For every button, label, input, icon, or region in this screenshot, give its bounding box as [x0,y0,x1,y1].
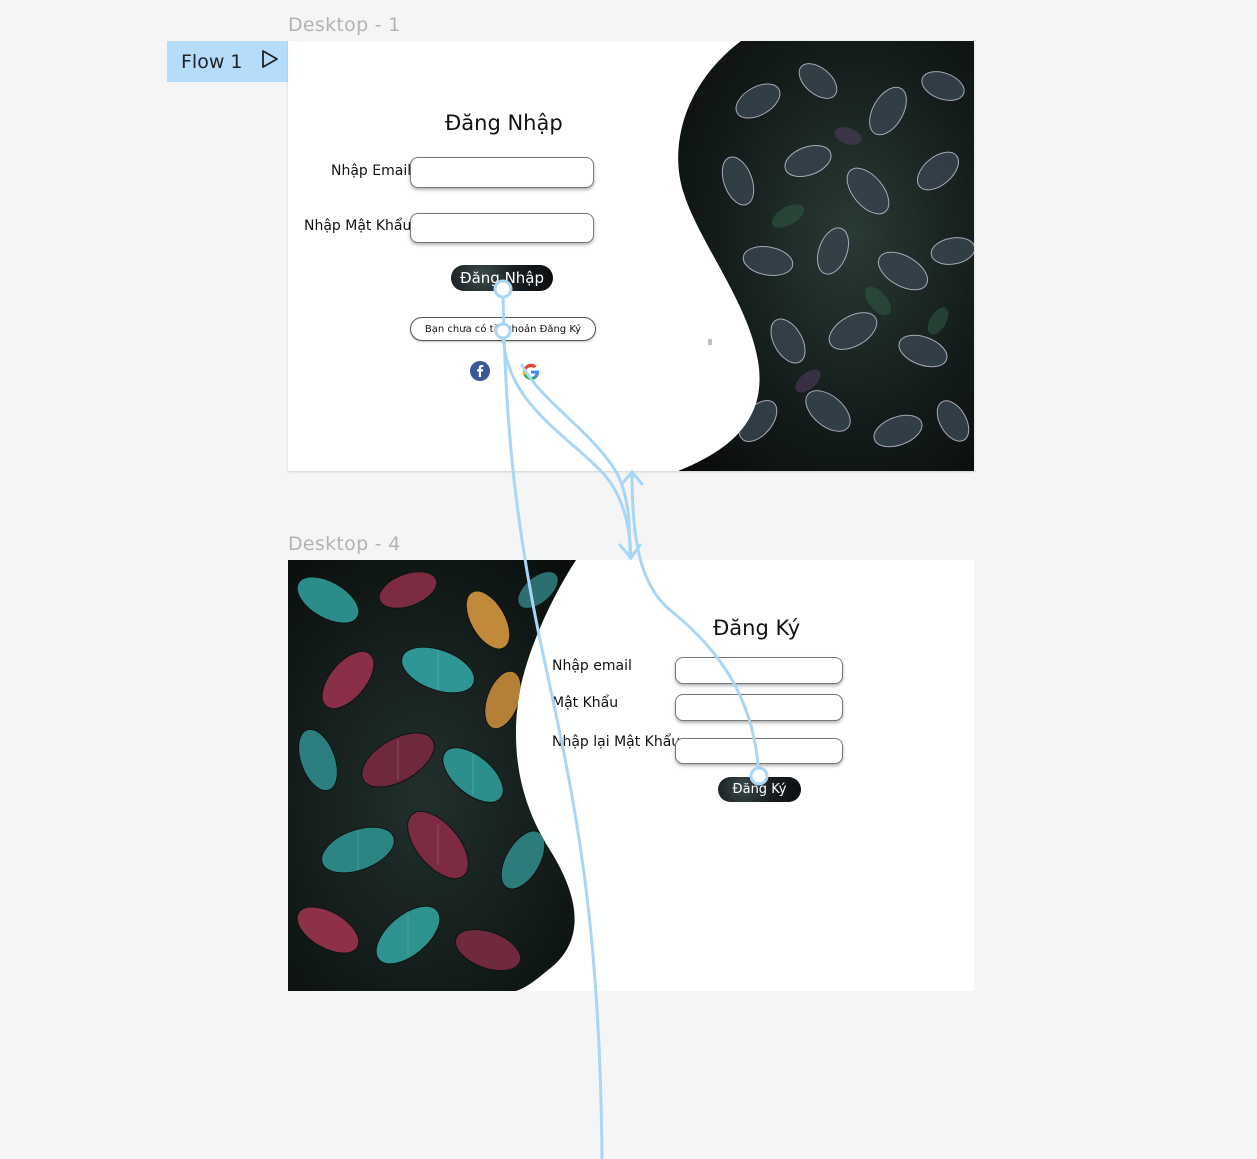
login-title: Đăng Nhập [445,111,563,135]
flow-starting-point[interactable]: Flow 1 [167,41,288,82]
register-password-label: Mật Khẩu [552,695,619,711]
frame-title-desktop-4[interactable]: Desktop - 4 [288,533,401,555]
login-button-label: Đăng Nhập [459,269,545,287]
login-button[interactable]: Đăng Nhập [451,265,553,291]
register-title: Đăng Ký [713,616,801,640]
frame-title-desktop-1[interactable]: Desktop - 1 [288,14,401,36]
register-link-button[interactable]: Bạn chưa có tài khoản Đăng Ký [410,317,596,341]
password-field[interactable] [410,213,594,243]
register-link-label: Bạn chưa có tài khoản Đăng Ký [424,323,582,335]
register-frame[interactable]: Đăng Ký Nhập email Mật Khẩu Nhập lại Mật… [288,560,974,991]
register-button-label: Đăng Ký [732,782,787,797]
foliage-image-teal [288,560,576,991]
login-frame[interactable]: Đăng Nhập Nhập Email Nhập Mật Khẩu Đăng … [288,41,974,471]
connector-arrow-up [620,469,644,486]
register-confirm-field[interactable] [675,738,843,764]
email-label: Nhập Email [331,163,412,179]
register-email-label: Nhập email [552,658,632,674]
foliage-image-purple [678,41,974,471]
register-button[interactable]: Đăng Ký [718,777,801,802]
register-confirm-label: Nhập lại Mật Khẩu [552,734,681,750]
password-label: Nhập Mật Khẩu [304,218,412,234]
connector-arrow-down [618,543,642,561]
email-field[interactable] [410,157,594,188]
google-icon[interactable] [521,362,541,387]
facebook-icon[interactable] [470,361,490,386]
register-email-field[interactable] [675,657,843,684]
register-password-field[interactable] [675,694,843,721]
drag-handle-icon[interactable] [708,332,712,345]
play-icon[interactable] [261,49,279,74]
flow-label: Flow 1 [181,50,243,73]
